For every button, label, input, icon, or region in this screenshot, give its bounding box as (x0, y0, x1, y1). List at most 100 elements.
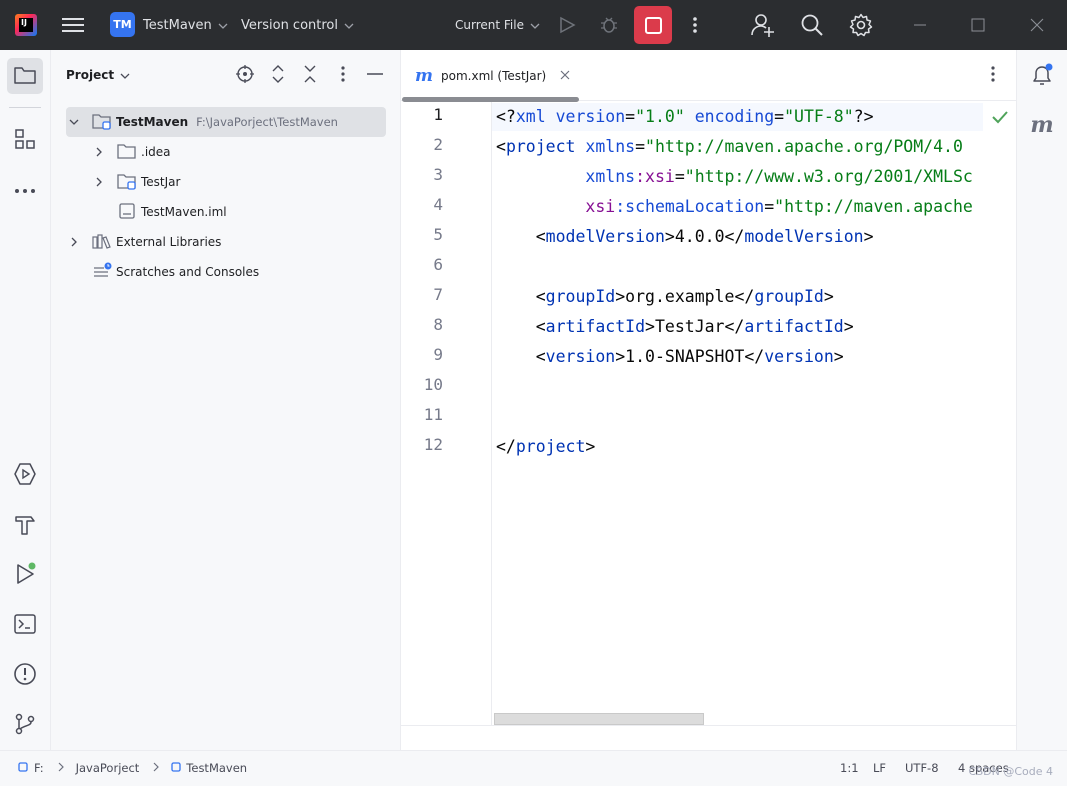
bell-icon (1029, 62, 1055, 91)
folder-icon (117, 142, 137, 163)
tree-item-testmaven[interactable]: TestMaven F:\JavaPorject\TestMaven (66, 107, 386, 137)
line-number: 2 (433, 135, 443, 154)
no-problems-check-icon[interactable] (992, 110, 1008, 127)
chevron-right-icon[interactable] (91, 147, 107, 157)
breadcrumb-item[interactable]: TestMaven (186, 761, 247, 775)
main-menu-icon[interactable] (62, 0, 84, 50)
locate-file-icon[interactable] (235, 64, 255, 84)
line-number: 3 (433, 165, 443, 184)
tree-item-label: TestMaven.iml (141, 205, 227, 219)
collapse-all-icon[interactable] (300, 64, 320, 84)
project-badge[interactable]: TM (110, 12, 135, 37)
run-icon[interactable] (558, 0, 576, 50)
services-tool-button[interactable] (7, 457, 43, 493)
code-line-2: <project xmlns="http://maven.apache.org/… (496, 137, 963, 156)
tree-item-testmaven-iml[interactable]: TestMaven.iml (91, 197, 411, 227)
breadcrumb-item[interactable]: F: (34, 761, 44, 775)
stop-button[interactable] (634, 6, 672, 44)
terminal-tool-button[interactable] (7, 607, 43, 643)
git-tool-button[interactable] (7, 707, 43, 743)
build-tool-button[interactable] (7, 507, 43, 543)
tree-item-idea[interactable]: .idea (91, 137, 411, 167)
run-config-label: Current File (455, 18, 524, 32)
line-number: 12 (423, 435, 443, 454)
tree-item-testjar[interactable]: TestJar (91, 167, 411, 197)
hide-panel-icon[interactable] (365, 64, 385, 84)
services-icon (13, 462, 37, 489)
project-panel: Project TestMaven F:\JavaPorject\TestMav… (51, 50, 401, 750)
run-tool-button[interactable] (7, 557, 43, 593)
run-icon (13, 562, 37, 589)
maven-tool-button[interactable]: m (1024, 107, 1060, 143)
project-panel-title: Project (66, 68, 115, 82)
project-tool-button[interactable] (7, 58, 43, 94)
line-number: 8 (433, 315, 443, 334)
notifications-button[interactable] (1024, 58, 1060, 94)
problems-tool-button[interactable] (7, 657, 43, 693)
structure-icon (14, 128, 36, 153)
chevron-down-icon (530, 18, 540, 32)
breadcrumb-item[interactable]: JavaPorject (76, 761, 140, 775)
intellij-logo-icon[interactable]: IJ (15, 14, 37, 36)
iml-file-icon (117, 202, 137, 223)
project-view-selector[interactable]: Project (66, 68, 130, 82)
more-tools-button[interactable] (7, 172, 43, 208)
options-kebab-icon[interactable] (333, 64, 353, 84)
more-horizontal-icon (14, 183, 36, 197)
version-control-menu[interactable]: Version control (241, 0, 354, 50)
code-line-5: <modelVersion>4.0.0</modelVersion> (496, 227, 874, 246)
debug-icon[interactable] (599, 0, 619, 50)
code-with-me-icon[interactable] (750, 0, 776, 50)
expand-all-icon[interactable] (268, 64, 288, 84)
more-actions-icon[interactable] (690, 0, 700, 50)
drive-icon (18, 761, 28, 775)
code-line-1: <?xml version="1.0" encoding="UTF-8"?> (496, 107, 874, 126)
horizontal-scrollbar[interactable] (494, 713, 704, 725)
scratches-icon (92, 262, 112, 283)
structure-tool-button[interactable] (7, 122, 43, 158)
tree-item-label: External Libraries (116, 235, 222, 249)
line-number: 9 (433, 345, 443, 364)
editor-area: m pom.xml (TestJar) 1 2 3 4 5 6 7 8 9 10… (401, 50, 1016, 750)
stop-icon (644, 16, 662, 34)
tree-item-label: Scratches and Consoles (116, 265, 260, 279)
run-config-selector[interactable]: Current File (455, 0, 540, 50)
line-number: 7 (433, 285, 443, 304)
problems-icon (13, 662, 37, 689)
maximize-window-icon[interactable] (971, 0, 985, 50)
chevron-down-icon (120, 68, 130, 82)
editor-tab-bar: m pom.xml (TestJar) (401, 50, 1016, 102)
minimize-window-icon[interactable] (913, 0, 927, 50)
tab-pom-xml[interactable]: m pom.xml (TestJar) (415, 64, 570, 88)
editor-bottom-strip (401, 725, 1016, 750)
maven-file-icon: m (415, 66, 433, 86)
module-icon (171, 761, 181, 775)
project-name: TestMaven (143, 17, 212, 33)
status-bar: F: JavaPorject TestMaven 1:1 LF UTF-8 4 … (0, 750, 1067, 786)
code-editor[interactable]: <?xml version="1.0" encoding="UTF-8"?> <… (496, 102, 1016, 702)
line-number-gutter: 1 2 3 4 5 6 7 8 9 10 11 12 (401, 102, 492, 725)
settings-gear-icon[interactable] (849, 0, 873, 50)
title-bar: IJ TM TestMaven Version control Current … (0, 0, 1067, 50)
chevron-down-icon[interactable] (66, 119, 82, 125)
line-number: 4 (433, 195, 443, 214)
close-window-icon[interactable] (1030, 0, 1044, 50)
module-folder-icon (92, 112, 112, 133)
tree-item-label: TestJar (141, 175, 181, 189)
file-encoding[interactable]: UTF-8 (905, 761, 939, 775)
project-selector[interactable]: TestMaven (143, 0, 228, 50)
library-icon (92, 232, 112, 253)
line-number: 11 (423, 405, 443, 424)
search-icon[interactable] (800, 0, 824, 50)
tab-options-kebab-icon[interactable] (990, 64, 996, 87)
close-icon[interactable] (560, 69, 570, 84)
left-tool-strip (0, 50, 51, 750)
chevron-right-icon[interactable] (91, 177, 107, 187)
caret-position[interactable]: 1:1 (840, 761, 859, 775)
breadcrumb: F: JavaPorject TestMaven (18, 761, 247, 775)
tree-item-external-libraries[interactable]: External Libraries (66, 227, 386, 257)
line-separator[interactable]: LF (873, 761, 886, 775)
line-number: 6 (433, 255, 443, 274)
chevron-right-icon[interactable] (66, 237, 82, 247)
tree-item-scratches[interactable]: Scratches and Consoles (66, 257, 386, 287)
